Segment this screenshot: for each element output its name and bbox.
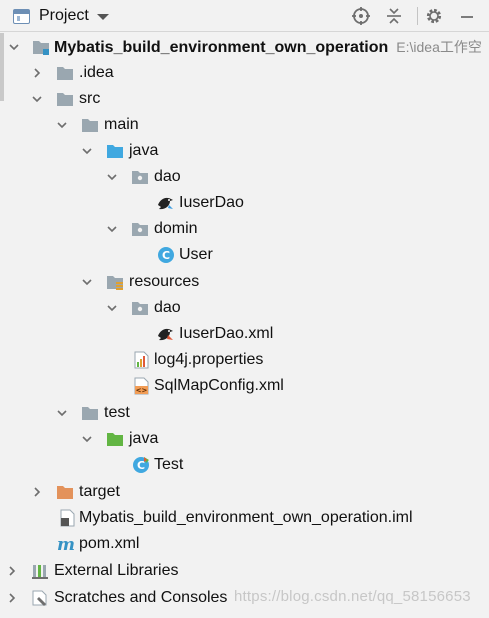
tree-node-user[interactable]: C User xyxy=(0,242,489,268)
tree-label: External Libraries xyxy=(54,562,179,579)
maven-icon: m xyxy=(57,535,75,553)
collapse-all-icon[interactable] xyxy=(383,5,405,27)
svg-text:m: m xyxy=(57,535,75,553)
tree-label: SqlMapConfig.xml xyxy=(154,377,284,394)
tree-node-test-class[interactable]: C Test xyxy=(0,452,489,478)
tree-node-iuserdao-xml[interactable]: IuserDao.xml xyxy=(0,321,489,347)
chevron-down-icon[interactable] xyxy=(81,145,93,157)
tree-label: .idea xyxy=(79,64,114,81)
tree-label: target xyxy=(79,483,120,500)
module-folder-icon xyxy=(32,38,50,56)
test-class-icon: C xyxy=(132,456,150,474)
tree-node-idea[interactable]: .idea xyxy=(0,60,489,86)
tree-label: domin xyxy=(154,220,198,237)
tree-node-domin-package[interactable]: domin xyxy=(0,216,489,242)
locate-file-icon[interactable] xyxy=(350,5,372,27)
java-class-icon: C xyxy=(157,246,175,264)
project-tool-window-header: Project xyxy=(0,0,489,32)
project-view-selector[interactable]: Project xyxy=(13,6,109,26)
mybatis-xml-icon xyxy=(156,325,174,343)
chevron-right-icon[interactable] xyxy=(6,592,18,604)
svg-text:<>: <> xyxy=(136,387,148,395)
tree-node-log4j[interactable]: log4j.properties xyxy=(0,347,489,373)
svg-text:C: C xyxy=(137,459,145,472)
svg-text:C: C xyxy=(162,249,170,262)
gear-icon[interactable] xyxy=(423,5,445,27)
tree-node-iml[interactable]: Mybatis_build_environment_own_operation.… xyxy=(0,505,489,531)
xml-file-icon: <> xyxy=(132,377,150,395)
package-icon xyxy=(131,299,149,317)
tree-label: test xyxy=(104,404,130,421)
project-window-icon xyxy=(13,8,30,24)
tree-node-target[interactable]: target xyxy=(0,479,489,505)
tree-label: dao xyxy=(154,299,181,316)
minimize-icon[interactable] xyxy=(456,5,478,27)
libraries-icon xyxy=(31,562,49,580)
tree-label: java xyxy=(129,142,159,159)
tree-node-test-java[interactable]: java xyxy=(0,426,489,452)
tree-label: log4j.properties xyxy=(154,351,264,368)
chevron-down-icon[interactable] xyxy=(106,302,118,314)
toolbar-separator xyxy=(417,7,418,25)
tree-node-pom[interactable]: m pom.xml xyxy=(0,531,489,557)
mybatis-bird-icon xyxy=(156,194,174,212)
chevron-down-icon[interactable] xyxy=(106,171,118,183)
scratches-icon xyxy=(31,589,49,607)
tree-label: main xyxy=(104,116,139,133)
chevron-down-icon[interactable] xyxy=(31,93,43,105)
tree-label: java xyxy=(129,430,159,447)
test-source-folder-icon xyxy=(106,430,124,448)
root-module-path: E:\idea工作空 xyxy=(396,39,482,55)
tree-node-external-libraries[interactable]: External Libraries xyxy=(0,558,489,584)
tree-label: resources xyxy=(129,273,200,290)
source-folder-icon xyxy=(106,142,124,160)
chevron-right-icon[interactable] xyxy=(31,486,43,498)
package-icon xyxy=(131,220,149,238)
package-icon xyxy=(131,168,149,186)
tree-label: IuserDao xyxy=(179,194,244,211)
tree-node-sqlmapconfig[interactable]: <> SqlMapConfig.xml xyxy=(0,373,489,399)
chevron-down-icon[interactable] xyxy=(96,14,109,20)
watermark-text: https://blog.csdn.net/qq_58156653 xyxy=(234,588,471,605)
tree-label: dao xyxy=(154,168,181,185)
project-view-title: Project xyxy=(39,7,89,24)
root-module-name: Mybatis_build_environment_own_operation xyxy=(54,39,389,56)
chevron-down-icon[interactable] xyxy=(56,119,68,131)
chevron-down-icon[interactable] xyxy=(81,276,93,288)
folder-icon xyxy=(81,404,99,422)
tree-node-src[interactable]: src xyxy=(0,86,489,112)
tree-node-main[interactable]: main xyxy=(0,112,489,138)
tree-node-resources[interactable]: resources xyxy=(0,269,489,295)
resources-folder-icon xyxy=(106,273,124,291)
chevron-down-icon[interactable] xyxy=(81,433,93,445)
folder-icon xyxy=(81,116,99,134)
tree-node-test[interactable]: test xyxy=(0,400,489,426)
tree-label: User xyxy=(179,246,213,263)
iml-file-icon xyxy=(58,509,76,527)
tree-label: src xyxy=(79,90,101,107)
project-tree: Mybatis_build_environment_own_operation E… xyxy=(0,33,489,618)
tree-node-main-java[interactable]: java xyxy=(0,138,489,164)
folder-icon xyxy=(56,64,74,82)
tree-label: IuserDao.xml xyxy=(179,325,274,342)
tree-node-dao-package[interactable]: dao xyxy=(0,164,489,190)
chevron-down-icon[interactable] xyxy=(56,407,68,419)
properties-file-icon xyxy=(132,351,150,369)
excluded-folder-icon xyxy=(56,483,74,501)
tree-label: Mybatis_build_environment_own_operation.… xyxy=(79,509,413,526)
tree-label: pom.xml xyxy=(79,535,140,552)
chevron-right-icon[interactable] xyxy=(6,565,18,577)
tree-node-iuserdao[interactable]: IuserDao xyxy=(0,190,489,216)
chevron-down-icon[interactable] xyxy=(8,41,20,53)
tree-label: Test xyxy=(154,456,184,473)
tree-node-resources-dao[interactable]: dao xyxy=(0,295,489,321)
tree-label: Scratches and Consoles xyxy=(54,589,228,606)
tree-node-root[interactable]: Mybatis_build_environment_own_operation E… xyxy=(0,34,489,60)
chevron-right-icon[interactable] xyxy=(31,67,43,79)
folder-icon xyxy=(56,90,74,108)
chevron-down-icon[interactable] xyxy=(106,223,118,235)
